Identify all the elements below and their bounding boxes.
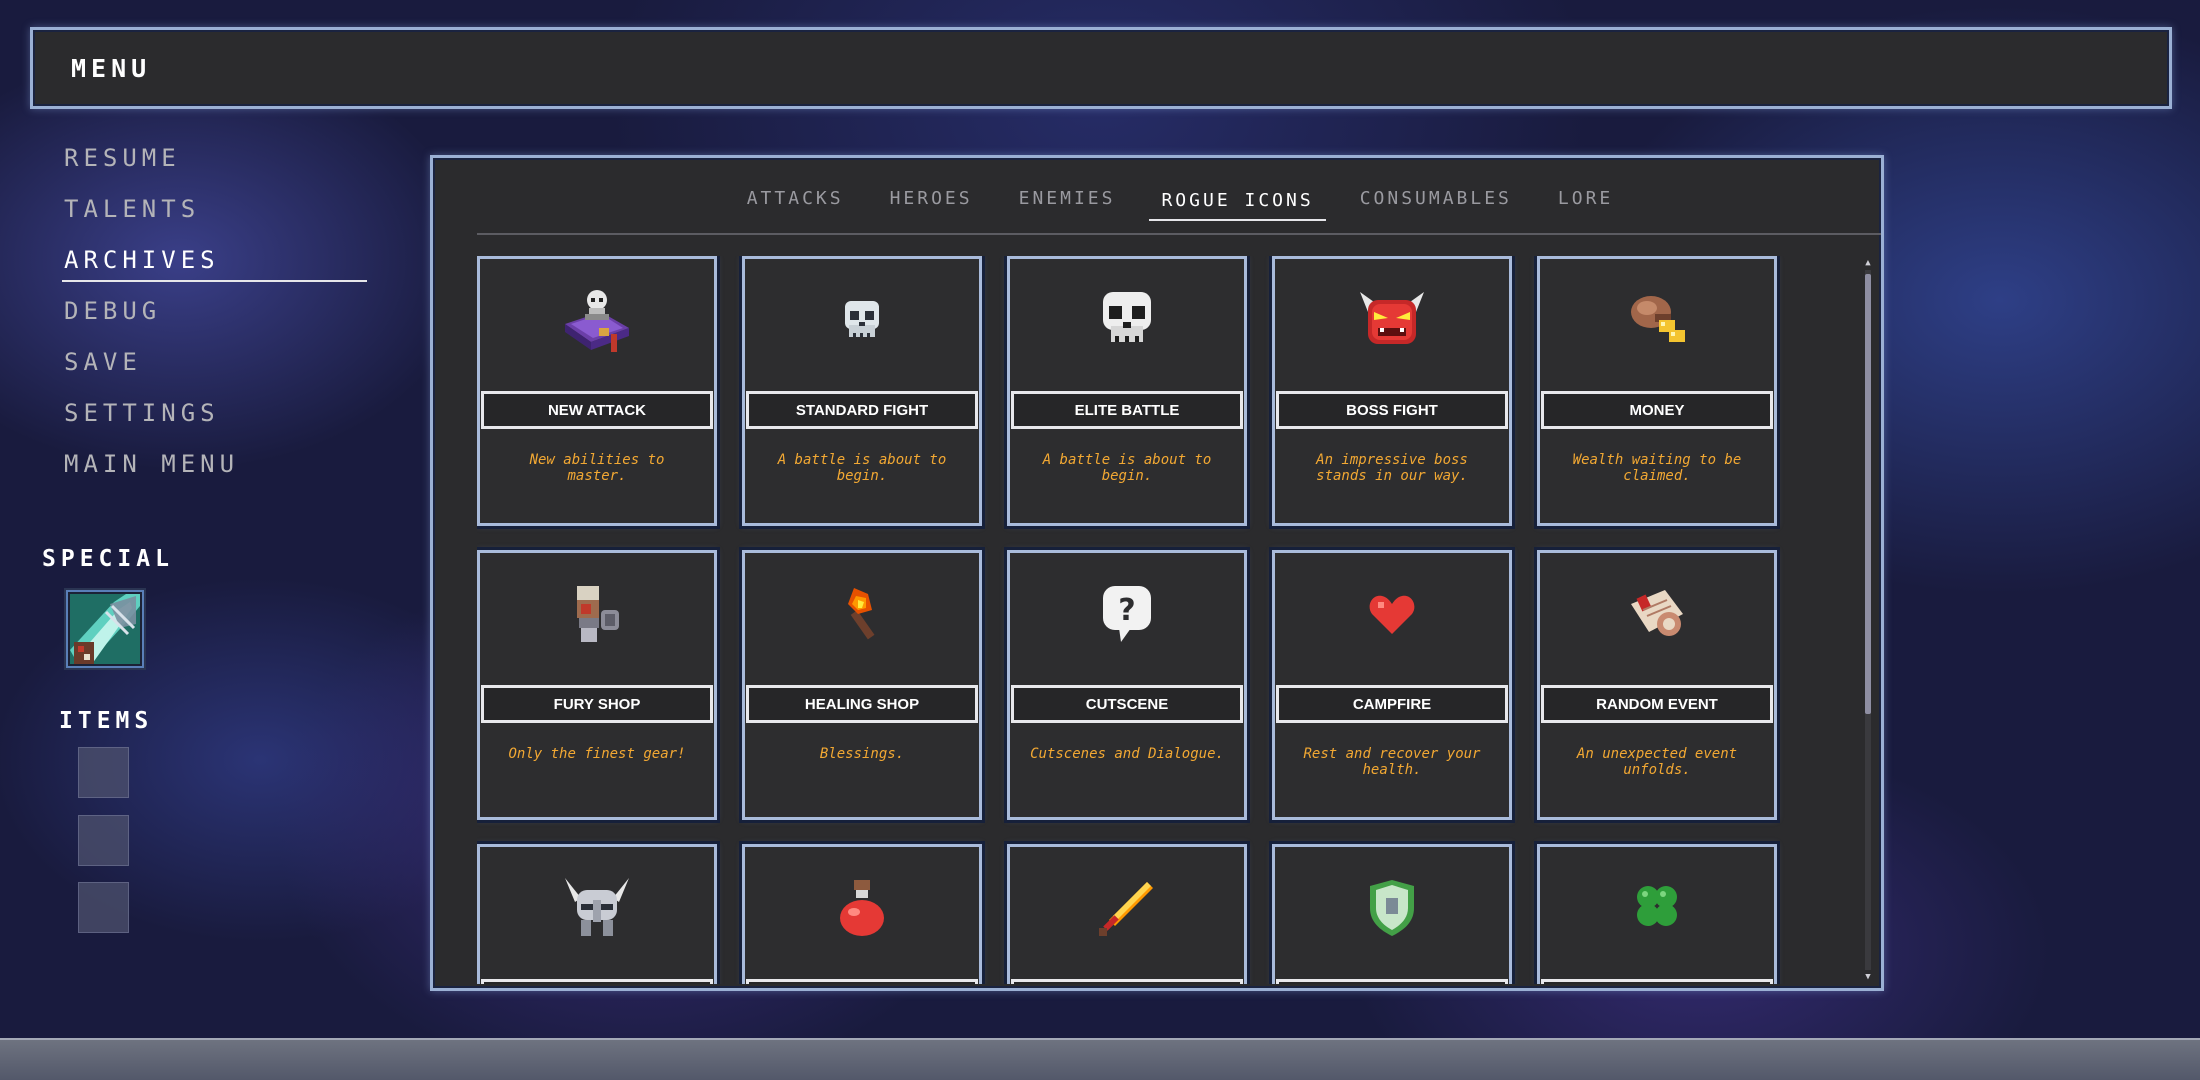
archive-card-money[interactable]: MONEY Wealth waiting to be claimed.	[1537, 256, 1777, 526]
card-title: FURY SHOP	[481, 685, 713, 723]
archive-scrollbar[interactable]: ▲ ▼	[1863, 258, 1873, 984]
tab-lore[interactable]: LORE	[1546, 188, 1625, 219]
archive-grid: NEW ATTACK New abilities to master. STAN…	[477, 256, 1833, 984]
shield-icon	[1370, 880, 1414, 936]
special-label: SPECIAL	[42, 546, 174, 572]
card-description: A battle is about to begin.	[777, 452, 947, 484]
card-title: CAMPFIRE	[1276, 685, 1508, 723]
question-bubble-icon: ?	[1103, 586, 1151, 642]
menu-header: MENU	[30, 27, 2172, 109]
card-description: A battle is about to begin.	[1042, 452, 1212, 484]
archive-grid-viewport: NEW ATTACK New abilities to master. STAN…	[477, 256, 1833, 984]
small-skull-icon	[845, 301, 879, 337]
item-slot-1[interactable]	[78, 747, 129, 798]
horned-helmet-icon	[565, 878, 629, 936]
archive-card-flame-sword[interactable]	[1007, 844, 1247, 984]
card-description: Rest and recover your health.	[1303, 746, 1481, 778]
archives-tab-bar: ATTACKS HEROES ENEMIES ROGUE ICONS CONSU…	[477, 158, 1881, 235]
card-description: Wealth waiting to be claimed.	[1572, 452, 1742, 484]
nav-item-talents[interactable]: TALENTS	[62, 189, 367, 240]
nav-item-main-menu[interactable]: MAIN MENU	[62, 444, 367, 495]
tab-attacks[interactable]: ATTACKS	[735, 188, 856, 219]
card-description: An unexpected event unfolds.	[1576, 746, 1738, 778]
nav-item-settings[interactable]: SETTINGS	[62, 393, 367, 444]
clover-icon	[1637, 886, 1677, 926]
skull-icon	[1103, 292, 1151, 342]
card-title: BOSS FIGHT	[1276, 391, 1508, 429]
items-label: ITEMS	[59, 708, 154, 734]
spellbook-skull-icon	[565, 290, 629, 352]
card-title: STANDARD FIGHT	[746, 391, 978, 429]
card-description: Only the finest gear!	[508, 746, 686, 762]
card-title	[1541, 979, 1773, 984]
archive-card-clover[interactable]	[1537, 844, 1777, 984]
card-title	[481, 979, 713, 984]
red-potion-icon	[840, 880, 884, 936]
card-description: New abilities to master.	[529, 452, 665, 484]
card-title	[746, 979, 978, 984]
archives-panel: ATTACKS HEROES ENEMIES ROGUE ICONS CONSU…	[430, 155, 1884, 991]
menu-title: MENU	[71, 53, 152, 83]
card-title	[1276, 979, 1508, 984]
archive-card-random-event[interactable]: RANDOM EVENT An unexpected event unfolds…	[1537, 550, 1777, 820]
card-title: ELITE BATTLE	[1011, 391, 1243, 429]
tab-rogue-icons[interactable]: ROGUE ICONS	[1149, 190, 1326, 221]
archive-card-helmet[interactable]	[477, 844, 717, 984]
nav-item-debug[interactable]: DEBUG	[62, 291, 367, 342]
scroll-up-icon[interactable]: ▲	[1863, 258, 1873, 268]
shop-armor-icon	[577, 586, 619, 642]
scroll-down-icon[interactable]: ▼	[1863, 972, 1873, 982]
archive-card-campfire[interactable]: CAMPFIRE Rest and recover your health.	[1272, 550, 1512, 820]
scroll-icon	[1631, 590, 1683, 636]
archive-card-potion[interactable]	[742, 844, 982, 984]
coin-pouch-icon	[1631, 296, 1685, 342]
archive-card-boss-fight[interactable]: BOSS FIGHT An impressive boss stands in …	[1272, 256, 1512, 526]
nav-item-save[interactable]: SAVE	[62, 342, 367, 393]
archive-card-healing-shop[interactable]: HEALING SHOP Blessings.	[742, 550, 982, 820]
scroll-thumb[interactable]	[1865, 274, 1871, 714]
archive-card-fury-shop[interactable]: FURY SHOP Only the finest gear!	[477, 550, 717, 820]
nav-item-archives[interactable]: ARCHIVES	[62, 240, 367, 282]
nav-item-resume[interactable]: RESUME	[62, 138, 367, 189]
tab-enemies[interactable]: ENEMIES	[1007, 188, 1128, 219]
svg-text:?: ?	[1118, 593, 1135, 628]
card-description: Blessings.	[819, 746, 905, 762]
bottom-status-bar	[0, 1038, 2200, 1080]
card-description: Cutscenes and Dialogue.	[1030, 746, 1224, 762]
archive-card-standard-fight[interactable]: STANDARD FIGHT A battle is about to begi…	[742, 256, 982, 526]
demon-mask-icon	[1360, 292, 1424, 344]
card-title: HEALING SHOP	[746, 685, 978, 723]
card-title: CUTSCENE	[1011, 685, 1243, 723]
tab-consumables[interactable]: CONSUMABLES	[1348, 188, 1524, 219]
card-title: RANDOM EVENT	[1541, 685, 1773, 723]
archive-card-new-attack[interactable]: NEW ATTACK New abilities to master.	[477, 256, 717, 526]
special-ability-slot[interactable]	[66, 590, 144, 668]
tab-heroes[interactable]: HEROES	[878, 188, 985, 219]
archive-card-elite-battle[interactable]: ELITE BATTLE A battle is about to begin.	[1007, 256, 1247, 526]
card-title	[1011, 979, 1243, 984]
flame-sword-icon	[1099, 882, 1153, 936]
item-slot-3[interactable]	[78, 882, 129, 933]
card-title: MONEY	[1541, 391, 1773, 429]
torch-icon	[848, 588, 875, 640]
archive-card-shield[interactable]	[1272, 844, 1512, 984]
card-title: NEW ATTACK	[481, 391, 713, 429]
card-description: An impressive boss stands in our way.	[1316, 452, 1468, 484]
archive-card-cutscene[interactable]: ? CUTSCENE Cutscenes and Dialogue.	[1007, 550, 1247, 820]
item-slot-2[interactable]	[78, 815, 129, 866]
sword-slash-icon	[70, 594, 140, 664]
side-nav: RESUME TALENTS ARCHIVES DEBUG SAVE SETTI…	[62, 138, 367, 495]
heart-icon	[1369, 595, 1415, 634]
